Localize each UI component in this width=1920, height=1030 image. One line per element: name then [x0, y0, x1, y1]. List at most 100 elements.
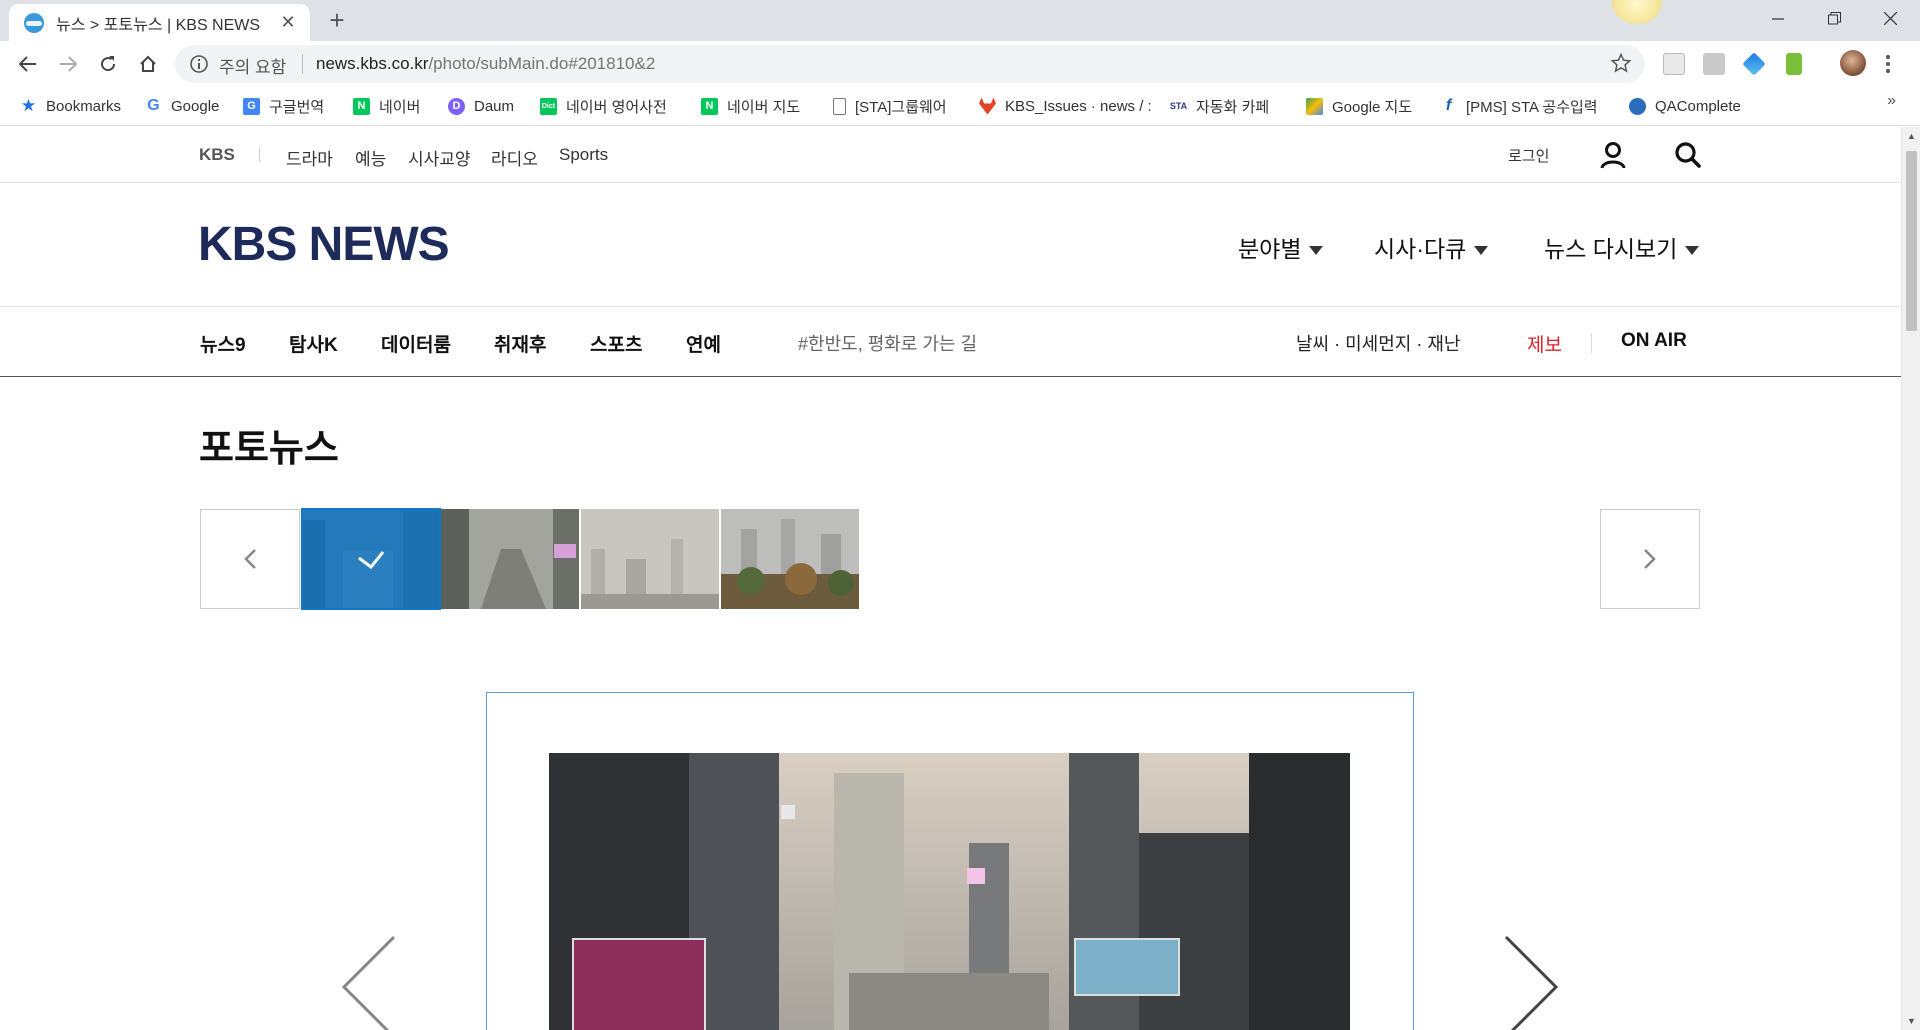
photo-prev-button[interactable] [340, 935, 396, 1030]
bookmark-item[interactable]: QAComplete [1629, 94, 1741, 118]
home-button[interactable] [133, 49, 163, 79]
thumbnail-item[interactable] [441, 509, 579, 609]
bookmarks-overflow-button[interactable]: » [1887, 92, 1896, 110]
back-button[interactable] [13, 49, 43, 79]
photo-next-button[interactable] [1504, 935, 1560, 1030]
subnav-on-air[interactable]: ON AIR [1621, 330, 1687, 352]
bookmark-item[interactable]: G 구글번역 [243, 94, 324, 118]
back-arrow-icon [19, 56, 36, 72]
search-icon[interactable] [1674, 141, 1702, 174]
kbs-news-logo[interactable]: KBS NEWS [198, 217, 450, 272]
bookmark-item[interactable]: Dict 네이버 영어사전 [540, 94, 667, 118]
subnav-behind-coverage[interactable]: 취재후 [494, 330, 546, 357]
checkmark-icon [358, 551, 385, 569]
util-link-drama[interactable]: 드라마 [286, 145, 333, 170]
site-header: KBS NEWS 분야별 시사·다큐 뉴스 다시보기 [0, 184, 1901, 307]
home-icon [140, 55, 156, 72]
subnav-tamsa-k[interactable]: 탐사K [289, 330, 338, 357]
browser-tab[interactable]: 뉴스 > 포토뉴스 | KBS NEWS ✕ [9, 4, 310, 41]
page-icon [833, 97, 846, 115]
address-bar[interactable]: 주의 요함 news.kbs.co.kr/photo/subMain.do#20… [175, 45, 1645, 83]
scroll-down-arrow-icon[interactable]: ▼ [1902, 1012, 1920, 1030]
url-host: news.kbs.co.kr [316, 54, 429, 73]
chevron-left-large-icon [341, 935, 396, 1030]
subnav-entertainment[interactable]: 연예 [686, 330, 721, 357]
sub-navigation: 뉴스9 탐사K 데이터룸 취재후 스포츠 연예 #한반도, 평화로 가는 길 날… [0, 308, 1901, 377]
google-icon: G [147, 97, 160, 114]
menu-by-category[interactable]: 분야별 [1238, 230, 1324, 264]
thumbnail-selected[interactable] [301, 508, 441, 610]
bookmark-item[interactable]: Google 지도 [1306, 94, 1412, 118]
info-icon[interactable] [189, 54, 209, 79]
selected-overlay [303, 510, 439, 608]
bookmark-star-icon[interactable] [1610, 52, 1632, 78]
url-path: /photo/subMain.do#201810&2 [428, 54, 656, 73]
main-photo[interactable] [549, 753, 1350, 1030]
profile-avatar[interactable] [1840, 50, 1866, 76]
cafe-icon: STA [1169, 101, 1188, 111]
minimize-icon [1772, 17, 1784, 20]
scrollbar-thumb[interactable] [1906, 151, 1917, 331]
security-warning-text[interactable]: 주의 요함 [219, 53, 286, 78]
restore-button[interactable] [1806, 0, 1862, 37]
page-viewport: KBS 드라마 예능 시사교양 라디오 Sports 로그인 KBS NEWS … [0, 127, 1920, 1030]
bookmark-item[interactable]: D Daum [448, 94, 514, 118]
gitlab-icon [979, 97, 996, 115]
translate-icon: G [243, 97, 260, 115]
subnav-separator [1591, 333, 1592, 353]
subnav-hashtag[interactable]: #한반도, 평화로 가는 길 [798, 330, 977, 356]
tab-strip: 뉴스 > 포토뉴스 | KBS NEWS ✕ + [0, 0, 1920, 41]
extension-cast-icon[interactable] [1663, 53, 1685, 75]
bookmark-item[interactable]: N 네이버 [353, 94, 420, 118]
thumbnails-next-button[interactable] [1600, 509, 1700, 609]
util-link-entertainment[interactable]: 예능 [355, 145, 386, 170]
close-icon [1883, 12, 1897, 25]
menu-current-affairs-docu[interactable]: 시사·다큐 [1374, 230, 1489, 264]
scroll-up-arrow-icon[interactable]: ▲ [1902, 127, 1920, 145]
extension-diamond-icon[interactable] [1742, 52, 1766, 76]
page-scrollbar[interactable]: ▲ ▼ [1901, 127, 1920, 1030]
forward-button[interactable] [53, 49, 83, 79]
menu-kebab-icon[interactable] [1885, 53, 1891, 75]
subnav-news9[interactable]: 뉴스9 [200, 330, 246, 357]
address-separator [302, 54, 303, 74]
bookmark-item[interactable]: ★ Bookmarks [20, 94, 121, 118]
reload-icon [101, 56, 116, 72]
new-tab-button[interactable]: + [322, 6, 352, 36]
dropdown-triangle-icon [1309, 246, 1324, 256]
subnav-sports[interactable]: 스포츠 [590, 330, 642, 357]
login-link[interactable]: 로그인 [1508, 145, 1549, 166]
dropdown-triangle-icon [1685, 246, 1700, 256]
utility-bar: KBS 드라마 예능 시사교양 라디오 Sports 로그인 [0, 127, 1901, 183]
pms-icon: f [1445, 97, 1452, 114]
bookmark-item[interactable]: f [PMS] STA 공수입력 [1440, 94, 1598, 118]
subnav-weather[interactable]: 날씨 · 미세먼지 · 재난 [1296, 330, 1460, 356]
tab-close-icon[interactable]: ✕ [278, 12, 298, 33]
kbs-home-link[interactable]: KBS [199, 145, 235, 165]
thumbnails-prev-button[interactable] [200, 509, 300, 609]
util-link-radio[interactable]: 라디오 [491, 145, 538, 170]
minimize-button[interactable] [1750, 0, 1806, 37]
util-link-current-affairs[interactable]: 시사교양 [408, 145, 471, 170]
util-link-sports[interactable]: Sports [559, 145, 608, 165]
bookmark-item[interactable]: G Google [145, 94, 219, 118]
subnav-report[interactable]: 제보 [1527, 330, 1562, 357]
thumbnail-item[interactable] [581, 509, 719, 609]
main-photo-image [549, 753, 1350, 1030]
reload-button[interactable] [93, 49, 123, 79]
restore-icon [1827, 12, 1841, 25]
extension-ex-icon[interactable] [1703, 53, 1725, 75]
bookmark-item[interactable]: KBS_Issues · news / : [979, 94, 1152, 118]
bookmark-item[interactable]: N 네이버 지도 [701, 94, 800, 118]
subnav-data-room[interactable]: 데이터룸 [381, 330, 451, 357]
thumbnail-item[interactable] [721, 509, 859, 609]
close-window-button[interactable] [1862, 0, 1918, 37]
url-text[interactable]: news.kbs.co.kr/photo/subMain.do#201810&2 [316, 54, 655, 74]
menu-news-replay[interactable]: 뉴스 다시보기 [1544, 230, 1700, 264]
user-icon[interactable] [1600, 141, 1626, 174]
bookmark-item[interactable]: STA 자동화 카페 [1170, 94, 1269, 118]
extension-green-icon[interactable] [1786, 53, 1802, 75]
bookmark-item[interactable]: [STA]그룹웨어 [833, 94, 947, 118]
dict-icon: Dict [540, 97, 557, 115]
thumbnail-image [721, 509, 859, 609]
